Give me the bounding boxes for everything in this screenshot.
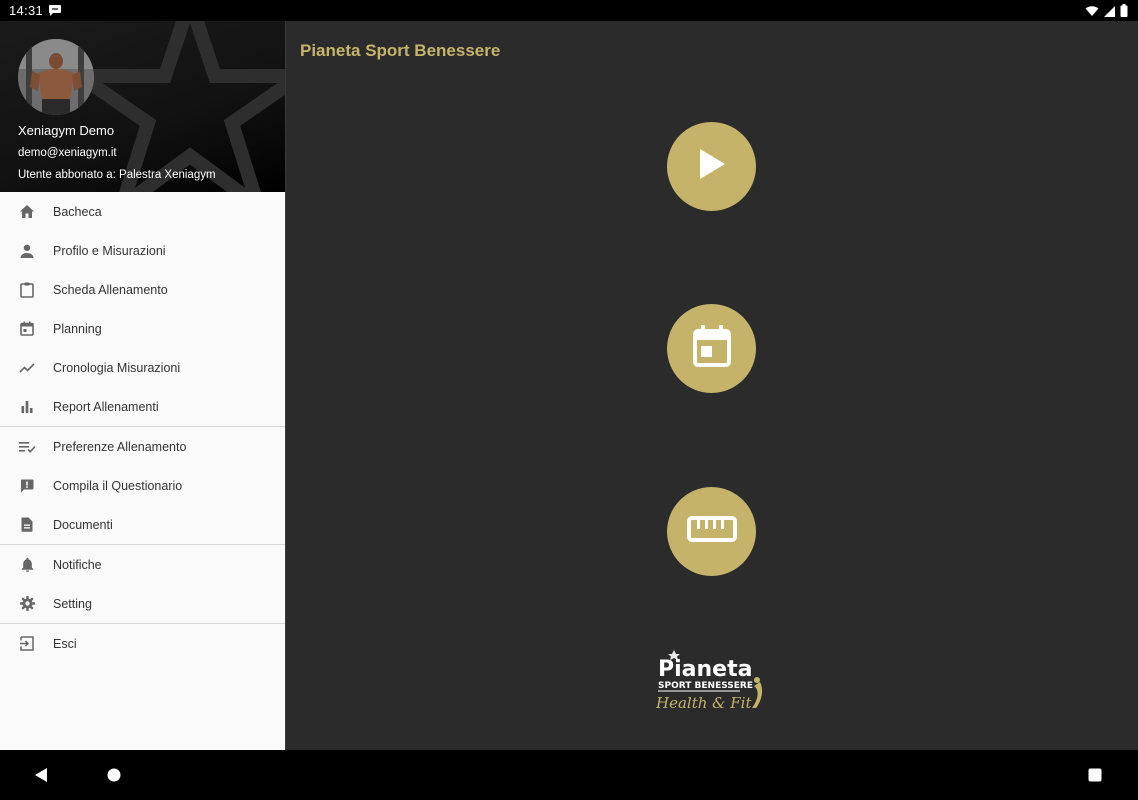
recents-icon[interactable]: [1088, 768, 1102, 787]
user-name: Xeniagym Demo: [18, 123, 115, 138]
system-nav-bar: [0, 750, 1138, 800]
measure-button[interactable]: [667, 487, 756, 576]
chat-notification-icon: [48, 4, 62, 22]
menu-item-label: Report Allenamenti: [53, 399, 159, 414]
wifi-icon: [1085, 4, 1099, 22]
brand-logo: Pianeta SPORT BENESSERE Health & Fit: [655, 648, 768, 714]
home-icon: [18, 203, 36, 221]
menu-item-documenti[interactable]: Documenti: [0, 505, 285, 544]
menu-item-label: Setting: [53, 596, 92, 611]
menu-item-setting[interactable]: Setting: [0, 584, 285, 623]
status-time: 14:31: [9, 3, 44, 18]
bell-icon: [18, 556, 36, 574]
calendar-icon: [691, 324, 733, 373]
person-icon: [18, 242, 36, 260]
calendar-button[interactable]: [667, 304, 756, 393]
menu-item-label: Cronologia Misurazioni: [53, 360, 181, 375]
menu-item-esci[interactable]: Esci: [0, 624, 285, 663]
menu-item-preferenze[interactable]: Preferenze Allenamento: [0, 427, 285, 466]
navigation-drawer: Xeniagym Demo demo@xeniagym.it Utente ab…: [0, 21, 285, 750]
menu-item-label: Preferenze Allenamento: [53, 439, 187, 454]
calendar-icon: [18, 320, 36, 338]
logo-line-3: Health & Fit: [656, 694, 752, 712]
menu-item-label: Notifiche: [53, 557, 102, 572]
main-content: Pianeta Sport Benessere Pianeta SPORT BE…: [285, 21, 1138, 750]
star-background-graphic: [60, 21, 285, 192]
playlist-check-icon: [18, 438, 36, 456]
menu-item-cronologia[interactable]: Cronologia Misurazioni: [0, 348, 285, 387]
menu-item-scheda[interactable]: Scheda Allenamento: [0, 270, 285, 309]
menu-item-questionario[interactable]: Compila il Questionario: [0, 466, 285, 505]
logout-icon: [18, 635, 36, 653]
play-button[interactable]: [667, 122, 756, 211]
menu-item-planning[interactable]: Planning: [0, 309, 285, 348]
menu-item-label: Profilo e Misurazioni: [53, 243, 166, 258]
menu-item-report[interactable]: Report Allenamenti: [0, 387, 285, 426]
bar-chart-icon: [18, 398, 36, 416]
logo-line-2: SPORT BENESSERE: [658, 681, 753, 691]
status-bar: 14:31: [0, 0, 1138, 21]
clipboard-icon: [18, 281, 36, 299]
logo-line-1: Pianeta: [658, 657, 752, 682]
menu-item-label: Documenti: [53, 517, 113, 532]
document-icon: [18, 516, 36, 534]
status-icons: [1085, 4, 1128, 22]
gear-icon: [18, 595, 36, 613]
subscription-info: Utente abbonato a: Palestra Xeniagym: [18, 169, 216, 181]
menu-item-label: Esci: [53, 636, 77, 651]
feedback-icon: [18, 477, 36, 495]
menu-item-label: Compila il Questionario: [53, 478, 183, 493]
menu-item-profilo[interactable]: Profilo e Misurazioni: [0, 231, 285, 270]
home-nav-icon[interactable]: [107, 768, 121, 787]
ruler-icon: [686, 515, 737, 548]
signal-icon: [1104, 4, 1115, 22]
menu-item-label: Bacheca: [53, 204, 102, 219]
user-email: demo@xeniagym.it: [18, 147, 117, 159]
menu-item-bacheca[interactable]: Bacheca: [0, 192, 285, 231]
menu-item-label: Planning: [53, 321, 102, 336]
avatar[interactable]: [18, 39, 94, 115]
page-title: Pianeta Sport Benessere: [300, 41, 501, 60]
play-icon: [697, 147, 727, 186]
trend-line-icon: [18, 359, 36, 377]
drawer-menu: Bacheca Profilo e Misurazioni Scheda All…: [0, 192, 285, 663]
battery-icon: [1120, 4, 1128, 22]
menu-item-notifiche[interactable]: Notifiche: [0, 545, 285, 584]
back-icon[interactable]: [34, 767, 48, 788]
drawer-header: Xeniagym Demo demo@xeniagym.it Utente ab…: [0, 21, 285, 192]
menu-item-label: Scheda Allenamento: [53, 282, 168, 297]
